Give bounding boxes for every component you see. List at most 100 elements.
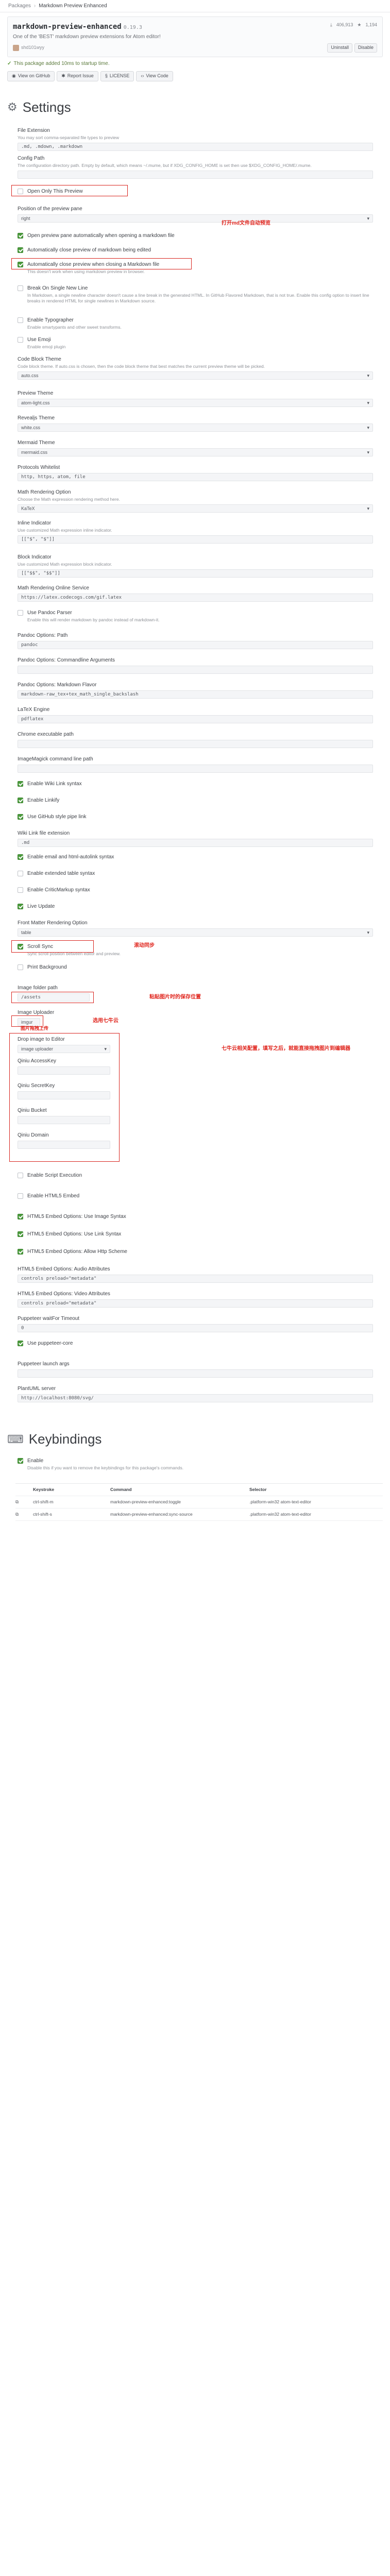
live-update-checkbox[interactable] [18,904,23,910]
setting-desc: You may sort comma-separated file types … [18,135,120,141]
config-path-input[interactable] [18,171,373,179]
keybindings-title: Keybindings [28,1431,102,1447]
star-icon: ★ [357,22,362,27]
h5-link-checkbox[interactable] [18,1231,23,1238]
open-preview-auto-checkbox[interactable] [18,233,23,239]
wiki-link-checkbox[interactable] [18,781,23,787]
email-checkbox[interactable] [18,854,23,860]
package-author[interactable]: shd101wyy [13,45,45,52]
license-button[interactable]: § LICENSE [100,71,134,81]
setting-critic-markup: Enable CriticMarkup syntax [15,887,383,903]
setting-title: Print Background [27,964,67,971]
h5-image-checkbox[interactable] [18,1214,23,1220]
annotation-drag-upload: 图片拖拽上传 [21,1026,49,1031]
print-background-checkbox[interactable] [18,964,23,971]
preview-theme-select[interactable]: atom-light.css ▾ [18,399,373,408]
copy-icon[interactable]: ⧉ [15,1512,33,1517]
qiniu-bucket-input[interactable] [18,1116,110,1125]
copy-icon[interactable]: ⧉ [15,1499,33,1505]
downloads-count: 406,913 [336,22,353,27]
critic-markup-checkbox[interactable] [18,887,23,893]
imagemagick-path-input[interactable] [18,765,373,773]
typographer-checkbox[interactable] [18,317,23,324]
front-matter-select[interactable]: table ▾ [18,928,373,937]
chrome-path-input[interactable] [18,740,373,749]
mermaid-theme-select[interactable]: mermaid.css ▾ [18,448,373,457]
package-meta: shd101wyy Uninstall Disable [13,43,377,53]
disable-button[interactable]: Disable [354,43,377,53]
linkify-checkbox[interactable] [18,798,23,804]
pandoc-args-input[interactable] [18,666,373,674]
stars-count[interactable]: 1,194 [365,22,377,28]
setting-qiniu-secret: Qiniu SecretKey [15,1082,383,1107]
setting-title: File Extension [18,128,50,134]
file-extension-input[interactable]: .md, .mdown, .markdown [18,143,373,151]
position-select[interactable]: right ▾ [18,214,373,223]
breadcrumb-current: Markdown Preview Enhanced [39,3,107,9]
math-online-input[interactable]: https://latex.codecogs.com/gif.latex [18,594,373,602]
pandoc-path-input[interactable]: pandoc [18,641,373,650]
wiki-link-ext-input[interactable]: .md [18,839,373,848]
setting-title: ImageMagick command line path [18,756,93,762]
uninstall-button[interactable]: Uninstall [327,43,352,53]
qiniu-access-input[interactable] [18,1066,110,1075]
latex-engine-input[interactable]: pdflatex [18,715,373,724]
h5-audio-input[interactable]: controls preload="metadata" [18,1275,373,1283]
extended-table-checkbox[interactable] [18,871,23,877]
highlight-box [11,940,94,953]
report-issue-button[interactable]: ✱ Report Issue [57,71,98,81]
setting-title: Enable Script Execution [27,1173,82,1179]
github-icon: ◉ [12,73,16,78]
math-inline-input[interactable]: [["$", "$"]] [18,535,373,544]
single-line-break-checkbox[interactable] [18,285,23,292]
setting-title: Break On Single New Line [27,285,88,292]
h5-http-checkbox[interactable] [18,1249,23,1255]
highlight-box [11,992,94,1004]
package-name: markdown-preview-enhanced 0.19.3 [13,22,377,31]
math-engine-value: KaTeX [21,506,35,512]
chevron-down-icon: ▾ [367,450,369,455]
scroll-sync-checkbox[interactable] [18,944,23,950]
breadcrumb-separator: › [33,3,36,9]
emoji-checkbox[interactable] [18,337,23,343]
puppeteer-args-input[interactable] [18,1369,373,1378]
breadcrumb-root[interactable]: Packages [8,3,31,9]
h5-video-input[interactable]: controls preload="metadata" [18,1299,373,1308]
use-puppeteer-core-checkbox[interactable] [18,1341,23,1347]
qiniu-domain-input[interactable] [18,1141,110,1149]
math-engine-select[interactable]: KaTeX ▾ [18,504,373,513]
setting-html5-embed: Enable HTML5 Embed [15,1193,383,1213]
view-on-github-button[interactable]: ◉ View on GitHub [7,71,55,81]
setting-image-drop: Drop image to Editor image uploader ▾ [15,1033,383,1058]
author-name: shd101wyy [21,45,45,50]
setting-single-line-break: Break On Single New Line In Markdown, a … [15,285,383,317]
code-block-theme-select[interactable]: auto.css ▾ [18,371,373,380]
pandoc-parser-checkbox[interactable] [18,610,23,616]
plantuml-server-input[interactable]: http://localhost:8080/svg/ [18,1394,373,1403]
view-code-button[interactable]: ‹› View Code [136,71,173,81]
setting-qiniu-bucket: Qiniu Bucket [15,1107,383,1132]
github-pipe-link-checkbox[interactable] [18,814,23,820]
puppeteer-timeout-input[interactable]: 0 [18,1324,373,1333]
math-block-input[interactable]: [["$$", "$$"]] [18,569,373,578]
auto-close-checkbox[interactable] [18,247,23,253]
package-actions: Uninstall Disable [327,43,377,53]
setting-position: Position of the preview pane right ▾ 打开md… [15,206,383,232]
keybindings-enable-checkbox[interactable] [18,1458,23,1464]
setting-desc: Code block theme. If auto.css is chosen,… [18,364,265,369]
image-drop-select[interactable]: image uploader ▾ [18,1045,110,1054]
script-execution-checkbox[interactable] [18,1173,23,1179]
open-only-this-checkbox[interactable] [18,189,23,195]
auto-open-new-checkbox[interactable] [18,262,23,268]
pandoc-flavor-input[interactable]: markdown-raw_tex+tex_math_single_backsla… [18,690,373,699]
setting-title: Enable CriticMarkup syntax [27,887,90,893]
html5-embed-checkbox[interactable] [18,1193,23,1199]
qiniu-secret-input[interactable] [18,1091,110,1100]
setting-title: Code Block Theme [18,357,61,363]
package-version: 0.19.3 [123,25,142,30]
revealjs-theme-select[interactable]: white.css ▾ [18,423,373,432]
setting-puppeteer-timeout: Puppeteer waitFor Timeout 0 [15,1315,383,1340]
setting-revealjs-theme: Revealjs Theme white.css ▾ [15,415,383,439]
setting-title: Puppeteer launch args [18,1361,70,1367]
protocols-whitelist-input[interactable]: http, https, atom, file [18,473,373,482]
